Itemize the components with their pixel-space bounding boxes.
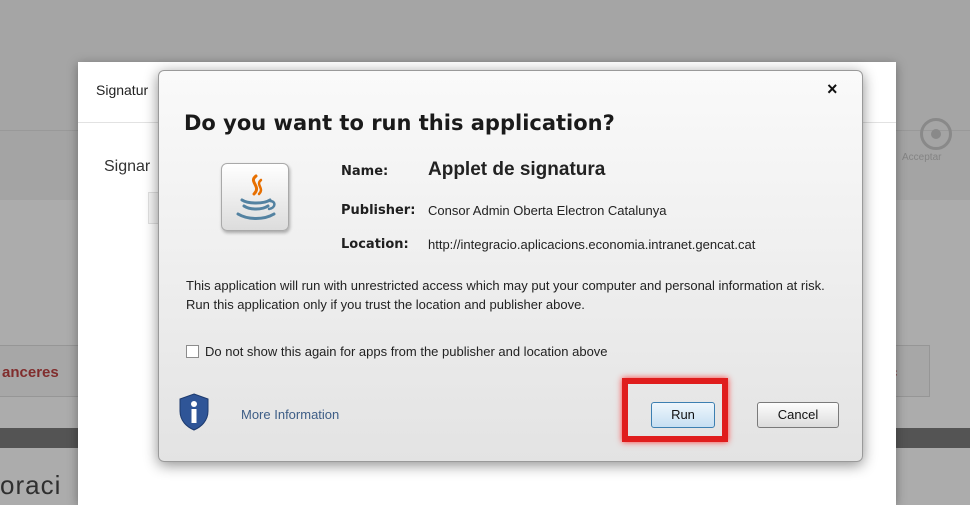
info-shield-icon [179,393,209,431]
dialog-close-icon[interactable]: × [827,79,838,100]
signature-modal-subtitle: Signar [104,158,151,175]
run-button[interactable]: Run [651,402,715,428]
dialog-heading: Do you want to run this application? [184,111,615,135]
java-cup-icon [221,163,289,231]
do-not-show-label: Do not show this again for apps from the… [205,344,608,359]
location-label: Location: [341,237,409,252]
signature-modal-title: Signatur [96,82,149,98]
do-not-show-row: Do not show this again for apps from the… [186,344,608,359]
do-not-show-checkbox[interactable] [186,345,199,358]
more-information-link[interactable]: More Information [241,407,339,422]
name-value: Applet de signatura [428,159,606,180]
location-value: http://integracio.aplicacions.economia.i… [428,237,756,252]
name-label: Name: [341,164,389,179]
security-warning-text: This application will run with unrestric… [186,278,825,312]
cancel-button[interactable]: Cancel [757,402,839,428]
publisher-label: Publisher: [341,203,416,218]
publisher-value: Consor Admin Oberta Electron Catalunya [428,203,667,218]
java-security-dialog: × Do you want to run this application? N… [158,70,863,462]
